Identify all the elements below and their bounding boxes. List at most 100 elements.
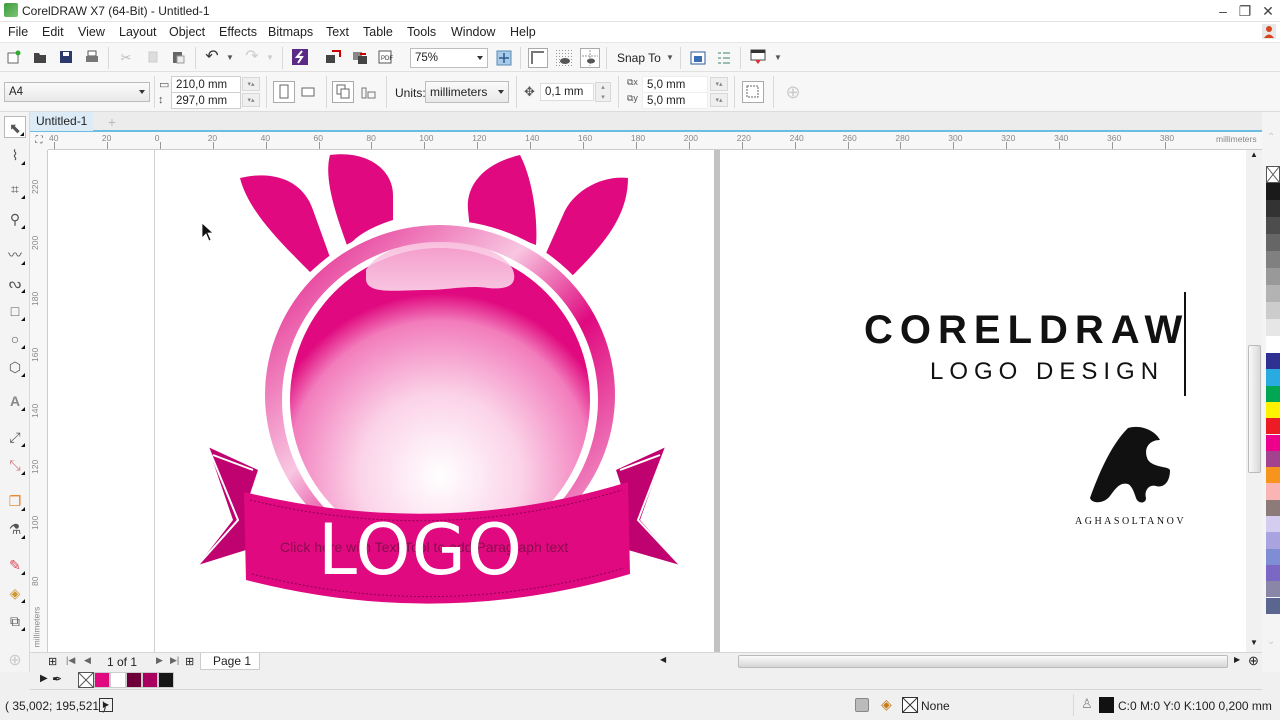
show-guidelines-icon[interactable] [580, 48, 600, 68]
smart-fill-tool[interactable]: ⧉ [4, 610, 26, 632]
show-grid-icon[interactable] [556, 50, 572, 66]
menu-bitmaps[interactable]: Bitmaps [268, 25, 313, 39]
color-swatch[interactable] [1266, 450, 1280, 468]
swatch-no-color[interactable] [1266, 166, 1280, 183]
customize-toolbox-icon[interactable]: ⊕ [6, 652, 24, 670]
redo-icon[interactable]: ↷ [244, 49, 260, 65]
fill-none-swatch[interactable] [902, 697, 918, 713]
page-height-spinner[interactable]: ▾▴ [242, 93, 260, 107]
nudge-distance-spinner[interactable]: ▴ ▾ [595, 82, 611, 102]
ruler-origin-icon[interactable]: ⛶ [30, 132, 48, 150]
interactive-fill-tool[interactable]: ◈ [4, 582, 26, 604]
pick-tool[interactable]: ⬉ [4, 116, 26, 138]
vertical-ruler[interactable]: 220 200 180 160 140 120 100 80 millimeters [30, 150, 48, 652]
snap-to-dropdown-icon[interactable]: ▼ [662, 50, 678, 66]
copy-icon[interactable] [145, 50, 161, 66]
outline-color-swatch[interactable] [1099, 697, 1114, 713]
menu-effects[interactable]: Effects [219, 25, 257, 39]
color-swatch[interactable] [1266, 532, 1280, 549]
add-tab-icon[interactable]: + [104, 114, 120, 130]
color-swatch[interactable] [1266, 285, 1280, 302]
freehand-tool[interactable]: 〰 [4, 244, 26, 266]
page-width-field[interactable]: 210,0 mm [171, 76, 241, 93]
menu-edit[interactable]: Edit [42, 25, 64, 39]
color-swatch[interactable] [1266, 336, 1280, 353]
current-page-icon[interactable] [361, 84, 377, 100]
drawing-canvas[interactable]: Click here with Text Tool to add Paragra… [48, 150, 1262, 652]
drop-shadow-tool[interactable]: ❐ [4, 490, 26, 512]
redo-dropdown-icon[interactable]: ▼ [262, 50, 278, 66]
scroll-right-icon[interactable]: ▶ [1234, 655, 1240, 664]
menu-text[interactable]: Text [326, 25, 349, 39]
print-icon[interactable] [84, 50, 100, 66]
page-height-field[interactable]: 297,0 mm [171, 92, 241, 109]
snap-to-button[interactable]: Snap To [617, 51, 661, 65]
doc-color-swatch[interactable] [110, 672, 126, 688]
color-swatch[interactable] [1266, 418, 1280, 435]
color-swatch[interactable] [1266, 200, 1280, 217]
open-folder-icon[interactable] [32, 50, 48, 66]
parallel-dimension-tool[interactable]: ⤢ [4, 426, 26, 448]
last-page-icon[interactable]: ▶| [170, 655, 179, 666]
import-icon[interactable] [325, 50, 341, 66]
zoom-level-combo[interactable]: 75% [410, 48, 488, 68]
color-eyedropper-tool[interactable]: ✎ [4, 554, 26, 576]
eyedropper-icon[interactable]: ✒ [52, 672, 62, 686]
tab-untitled-1[interactable]: Untitled-1 [30, 112, 94, 131]
add-preset-icon[interactable]: ⊕ [785, 83, 801, 101]
save-icon[interactable] [58, 50, 74, 66]
add-page-before-icon[interactable]: ⊞ [48, 655, 57, 668]
color-swatch[interactable] [1266, 217, 1280, 234]
color-swatch[interactable] [1266, 548, 1280, 565]
pink-logo-artwork[interactable] [48, 150, 1262, 652]
brand-title[interactable]: CORELDRAW [864, 308, 1189, 352]
minimize-button[interactable]: – [1212, 2, 1234, 20]
menu-help[interactable]: Help [510, 25, 536, 39]
artistic-media-tool[interactable]: ᔓ [4, 272, 26, 294]
menu-file[interactable]: File [8, 25, 28, 39]
menu-view[interactable]: View [78, 25, 105, 39]
color-swatch[interactable] [1266, 597, 1280, 614]
zoom-to-page-icon[interactable] [496, 50, 512, 66]
zoom-tool[interactable]: ⚲ [4, 208, 26, 230]
welcome-dropdown-icon[interactable]: ▼ [770, 50, 786, 66]
polygon-tool[interactable]: ⬡ [4, 356, 26, 378]
palette-scroll-down-icon[interactable]: ⌄ [1267, 636, 1275, 647]
palette-expand-icon[interactable]: ▶ [40, 673, 48, 684]
signature-logo-mark[interactable] [1088, 426, 1172, 508]
vertical-scroll-thumb[interactable] [1248, 345, 1261, 473]
treat-as-filled-icon[interactable] [742, 81, 764, 103]
color-swatch[interactable] [1266, 369, 1280, 386]
color-swatch[interactable] [1266, 183, 1280, 200]
horizontal-scroll-thumb[interactable] [738, 655, 1228, 668]
undo-icon[interactable]: ↶ [204, 49, 220, 65]
ellipse-tool[interactable]: ○ [4, 328, 26, 350]
duplicate-y-field[interactable]: 5,0 mm [642, 92, 708, 109]
color-swatch[interactable] [1266, 251, 1280, 268]
logo-text[interactable]: LOGO [318, 510, 523, 590]
doc-color-swatch[interactable] [158, 672, 174, 688]
publish-pdf-icon[interactable]: PDF [378, 50, 394, 66]
nudge-distance-field[interactable]: 0,1 mm [540, 83, 594, 101]
color-swatch[interactable] [1266, 302, 1280, 319]
color-swatch[interactable] [1266, 581, 1280, 598]
units-combo[interactable]: millimeters [425, 81, 509, 103]
color-swatch[interactable] [1266, 268, 1280, 285]
show-rulers-icon[interactable] [528, 48, 548, 68]
paste-icon[interactable] [170, 50, 186, 66]
outline-pen-icon[interactable]: ♙ [1081, 696, 1093, 712]
menu-window[interactable]: Window [451, 25, 495, 39]
color-swatch[interactable] [1266, 516, 1280, 533]
color-swatch[interactable] [1266, 467, 1280, 484]
doc-color-swatch[interactable] [126, 672, 142, 688]
scroll-left-icon[interactable]: ◀ [660, 655, 666, 664]
color-swatch[interactable] [1266, 564, 1280, 582]
connector-tool[interactable]: ⤡ [4, 454, 26, 476]
scroll-up-icon[interactable]: ▲ [1250, 150, 1258, 159]
page-width-spinner[interactable]: ▾▴ [242, 77, 260, 91]
duplicate-x-field[interactable]: 5,0 mm [642, 76, 708, 93]
rectangle-tool[interactable]: □ [4, 300, 26, 322]
menu-tools[interactable]: Tools [407, 25, 436, 39]
page-tab-page-1[interactable]: Page 1 [200, 653, 260, 670]
user-profile-icon[interactable] [1262, 24, 1276, 39]
